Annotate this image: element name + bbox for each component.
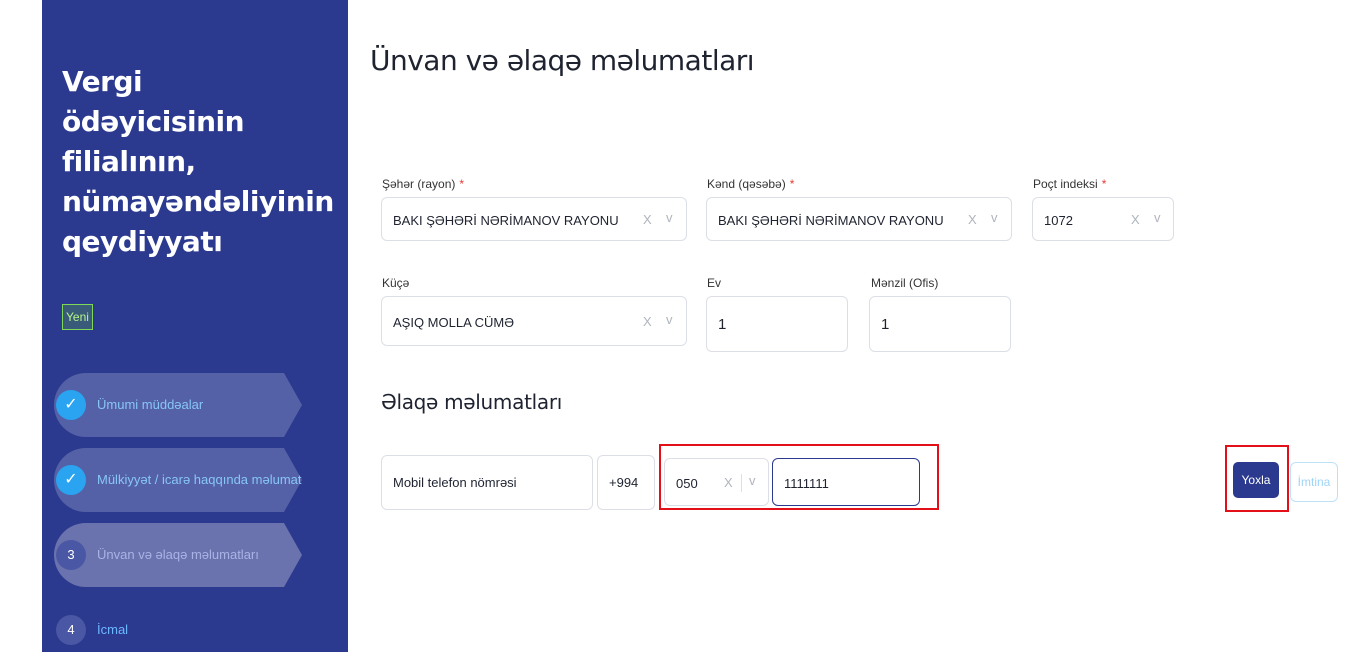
house-label: Ev xyxy=(707,276,722,290)
apartment-value: 1 xyxy=(881,316,890,333)
status-badge: Yeni xyxy=(62,304,93,330)
step-general-provisions[interactable]: ✓ Ümumi müddəalar xyxy=(54,373,302,437)
clear-icon[interactable]: X xyxy=(643,314,652,329)
chevron-down-icon[interactable]: v xyxy=(991,210,998,225)
contact-type-field[interactable]: Mobil telefon nömrəsi xyxy=(381,455,593,510)
phone-number-value: 1111111 xyxy=(784,476,829,491)
step-ownership-info[interactable]: ✓ Mülkiyyət / icarə haqqında məlumat xyxy=(54,448,302,512)
check-icon: ✓ xyxy=(56,390,86,420)
clear-icon[interactable]: X xyxy=(643,212,652,227)
check-button[interactable]: Yoxla xyxy=(1233,462,1279,498)
step-label: Ümumi müddəalar xyxy=(97,397,204,412)
postal-label: Poçt indeksi * xyxy=(1033,177,1107,191)
contact-type-value: Mobil telefon nömrəsi xyxy=(393,475,517,490)
step-number: 3 xyxy=(56,540,86,570)
page-title: Ünvan və əlaqə məlumatları xyxy=(370,44,755,77)
clear-icon[interactable]: X xyxy=(1131,212,1140,227)
divider xyxy=(741,474,742,492)
phone-number-input[interactable]: 1111111 xyxy=(772,458,920,506)
street-select[interactable]: AŞIQ MOLLA CÜMƏ X v xyxy=(381,296,687,346)
country-code-field[interactable]: +994 xyxy=(597,455,655,510)
step-address-contact[interactable]: 3 Ünvan və əlaqə məlumatları xyxy=(54,523,302,587)
step-label: Mülkiyyət / icarə haqqında məlumat xyxy=(97,472,302,487)
chevron-down-icon[interactable]: v xyxy=(749,473,756,488)
village-label: Kənd (qəsəbə) * xyxy=(707,177,795,191)
apartment-label: Mənzil (Ofis) xyxy=(871,276,939,290)
operator-code-value: 050 xyxy=(676,476,698,491)
chevron-down-icon[interactable]: v xyxy=(666,210,673,225)
sidebar: Vergi ödəyicisinin filialının, nümayəndə… xyxy=(42,0,348,652)
city-label: Şəhər (rayon) * xyxy=(382,177,465,191)
house-input[interactable]: 1 xyxy=(706,296,848,352)
sidebar-title: Vergi ödəyicisinin filialının, nümayəndə… xyxy=(62,65,334,258)
step-number: 4 xyxy=(56,615,86,645)
city-value: BAKI ŞƏHƏRİ NƏRİMANOV RAYONU xyxy=(393,213,619,228)
house-value: 1 xyxy=(718,316,727,333)
chevron-down-icon[interactable]: v xyxy=(666,312,673,327)
step-label: Ünvan və əlaqə məlumatları xyxy=(97,547,259,562)
step-label: İcmal xyxy=(97,622,129,637)
contact-section-title: Əlaqə məlumatları xyxy=(381,390,563,414)
city-select[interactable]: BAKI ŞƏHƏRİ NƏRİMANOV RAYONU X v xyxy=(381,197,687,241)
postal-value: 1072 xyxy=(1044,213,1073,228)
operator-code-select[interactable]: 050 X v xyxy=(664,458,769,506)
check-icon: ✓ xyxy=(56,465,86,495)
step-summary[interactable]: 4 İcmal xyxy=(54,598,302,652)
village-value: BAKI ŞƏHƏRİ NƏRİMANOV RAYONU xyxy=(718,213,944,228)
clear-icon[interactable]: X xyxy=(968,212,977,227)
chevron-down-icon[interactable]: v xyxy=(1154,210,1161,225)
apartment-input[interactable]: 1 xyxy=(869,296,1011,352)
street-value: AŞIQ MOLLA CÜMƏ xyxy=(393,315,515,330)
cancel-button[interactable]: İmtina xyxy=(1290,462,1338,502)
country-code-value: +994 xyxy=(609,475,639,490)
clear-icon[interactable]: X xyxy=(724,475,733,490)
postal-select[interactable]: 1072 X v xyxy=(1032,197,1174,241)
village-select[interactable]: BAKI ŞƏHƏRİ NƏRİMANOV RAYONU X v xyxy=(706,197,1012,241)
street-label: Küçə xyxy=(382,276,410,290)
